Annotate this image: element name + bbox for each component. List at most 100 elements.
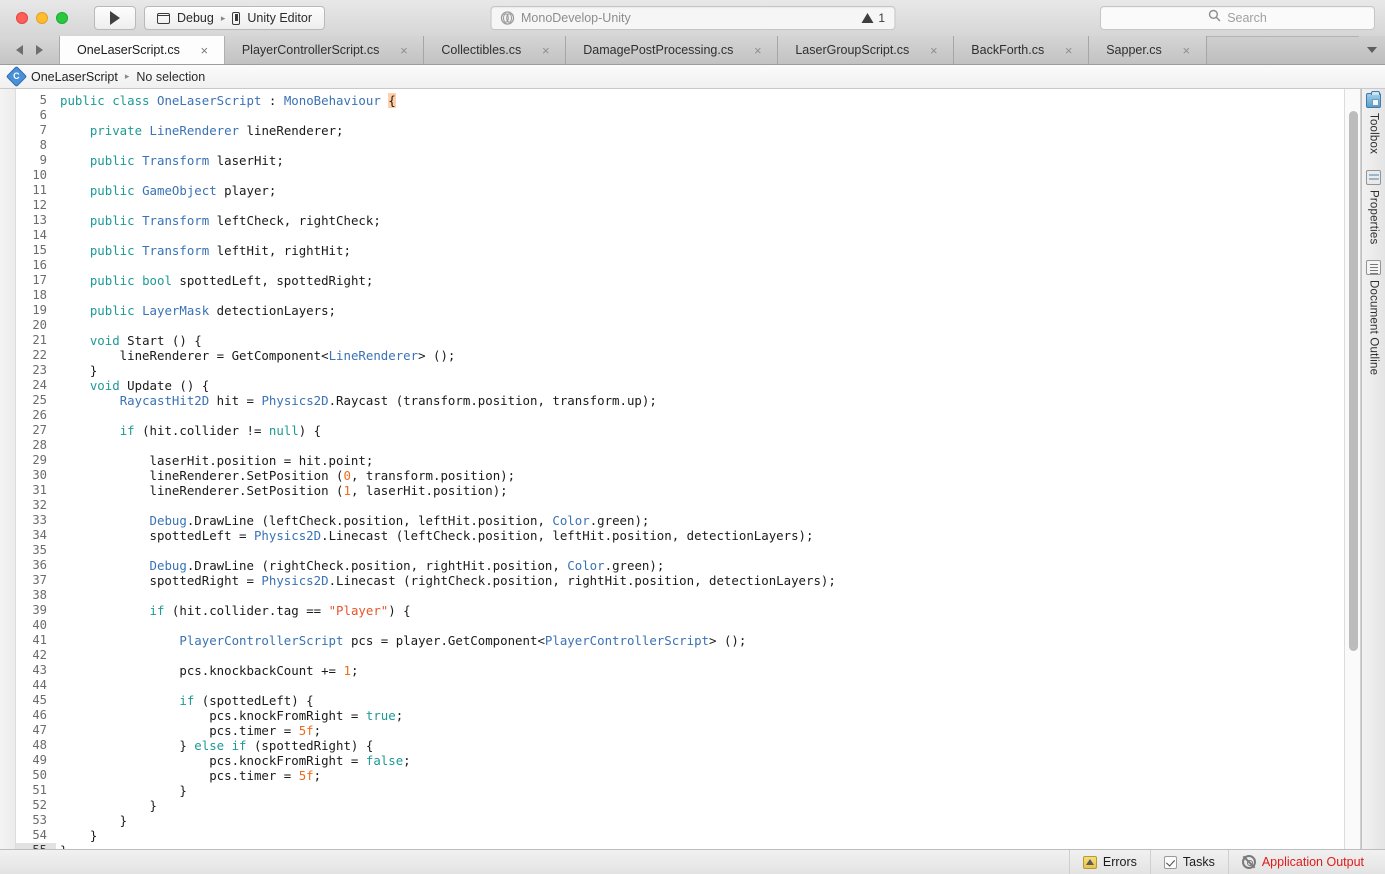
code-line[interactable]: 24 void Update () { bbox=[16, 378, 1360, 393]
code-line[interactable]: 15 public Transform leftHit, rightHit; bbox=[16, 243, 1360, 258]
tab-close-icon[interactable]: × bbox=[198, 44, 211, 57]
code-line[interactable]: 35 bbox=[16, 543, 1360, 558]
code-line[interactable]: 18 bbox=[16, 288, 1360, 303]
code-line[interactable]: 37 spottedRight = Physics2D.Linecast (ri… bbox=[16, 573, 1360, 588]
code-line[interactable]: 50 pcs.timer = 5f; bbox=[16, 768, 1360, 783]
token-id: leftCheck, rightCheck; bbox=[209, 213, 381, 228]
breadcrumb-selection[interactable]: No selection bbox=[136, 70, 205, 84]
code-line[interactable]: 41 PlayerControllerScript pcs = player.G… bbox=[16, 633, 1360, 648]
code-line[interactable]: 25 RaycastHit2D hit = Physics2D.Raycast … bbox=[16, 393, 1360, 408]
code-line[interactable]: 52 } bbox=[16, 798, 1360, 813]
zoom-window-button[interactable] bbox=[56, 12, 68, 24]
code-line[interactable]: 34 spottedLeft = Physics2D.Linecast (lef… bbox=[16, 528, 1360, 543]
code-line[interactable]: 28 bbox=[16, 438, 1360, 453]
code-line[interactable]: 13 public Transform leftCheck, rightChec… bbox=[16, 213, 1360, 228]
code-line[interactable]: 10 bbox=[16, 168, 1360, 183]
tab-onelaserscript-cs[interactable]: OneLaserScript.cs × bbox=[60, 36, 225, 64]
code-line[interactable]: 36 Debug.DrawLine (rightCheck.position, … bbox=[16, 558, 1360, 573]
code-line[interactable]: 32 bbox=[16, 498, 1360, 513]
code-line[interactable]: 17 public bool spottedLeft, spottedRight… bbox=[16, 273, 1360, 288]
scrollbar-thumb[interactable] bbox=[1349, 111, 1358, 651]
search-field[interactable]: Search bbox=[1100, 6, 1375, 30]
code-line[interactable]: 21 void Start () { bbox=[16, 333, 1360, 348]
code-line[interactable]: 45 if (spottedLeft) { bbox=[16, 693, 1360, 708]
close-window-button[interactable] bbox=[16, 12, 28, 24]
code-line[interactable]: 8 bbox=[16, 138, 1360, 153]
run-button[interactable] bbox=[94, 6, 136, 30]
code-line[interactable]: 44 bbox=[16, 678, 1360, 693]
tab-close-icon[interactable]: × bbox=[397, 44, 410, 57]
code-line[interactable]: 31 lineRenderer.SetPosition (1, laserHit… bbox=[16, 483, 1360, 498]
token-typ: Transform bbox=[142, 243, 210, 258]
breadcrumb-class[interactable]: OneLaserScript bbox=[31, 70, 118, 84]
code-line[interactable]: 30 lineRenderer.SetPosition (0, transfor… bbox=[16, 468, 1360, 483]
code-line[interactable]: 5 public class OneLaserScript : MonoBehav… bbox=[16, 93, 1360, 108]
status-item-errors[interactable]: Errors bbox=[1068, 849, 1150, 874]
token-typ: Transform bbox=[142, 213, 210, 228]
tab-close-icon[interactable]: × bbox=[751, 44, 764, 57]
code-line[interactable]: 7 private LineRenderer lineRenderer; bbox=[16, 123, 1360, 138]
line-number: 14 bbox=[32, 228, 47, 242]
tab-playercontrollerscript-cs[interactable]: PlayerControllerScript.cs × bbox=[224, 36, 425, 64]
code-line[interactable]: 42 bbox=[16, 648, 1360, 663]
editor-vertical-scrollbar[interactable] bbox=[1344, 89, 1360, 849]
code-line[interactable]: 38 bbox=[16, 588, 1360, 603]
run-configuration-selector[interactable]: Debug ▸ Unity Editor bbox=[144, 6, 325, 30]
code-line[interactable]: 53 } bbox=[16, 813, 1360, 828]
line-number: 9 bbox=[39, 153, 47, 167]
code-line[interactable]: 9 public Transform laserHit; bbox=[16, 153, 1360, 168]
tab-close-icon[interactable]: × bbox=[539, 44, 552, 57]
code-line[interactable]: 11 public GameObject player; bbox=[16, 183, 1360, 198]
warning-indicator[interactable]: 1 bbox=[861, 11, 885, 25]
code-line[interactable]: 51 } bbox=[16, 783, 1360, 798]
code-line[interactable]: 46 pcs.knockFromRight = true; bbox=[16, 708, 1360, 723]
tab-close-icon[interactable]: × bbox=[927, 44, 940, 57]
code-line[interactable]: 54 } bbox=[16, 828, 1360, 843]
tab-close-icon[interactable]: × bbox=[1062, 44, 1075, 57]
arrow-left-icon[interactable] bbox=[16, 45, 24, 55]
token-id bbox=[60, 153, 90, 168]
tab-lasergroupscript-cs[interactable]: LaserGroupScript.cs × bbox=[778, 36, 955, 64]
tab-damagepostprocessing-cs[interactable]: DamagePostProcessing.cs × bbox=[566, 36, 779, 64]
code-line[interactable]: 33 Debug.DrawLine (leftCheck.position, l… bbox=[16, 513, 1360, 528]
code-line[interactable]: 12 bbox=[16, 198, 1360, 213]
code-text[interactable]: 5 public class OneLaserScript : MonoBehav… bbox=[16, 89, 1360, 849]
token-kw: true bbox=[365, 708, 396, 723]
code-line[interactable]: 20 bbox=[16, 318, 1360, 333]
pad-button-document-outline[interactable]: Document Outline bbox=[1366, 260, 1381, 376]
tab-close-icon[interactable]: × bbox=[1180, 44, 1193, 57]
status-item-tasks[interactable]: Tasks bbox=[1149, 849, 1228, 874]
status-display[interactable]: MonoDevelop-Unity 1 bbox=[490, 6, 895, 30]
code-line[interactable]: 43 pcs.knockbackCount += 1; bbox=[16, 663, 1360, 678]
code-line[interactable]: 39 if (hit.collider.tag == "Player") { bbox=[16, 603, 1360, 618]
tab-overflow-button[interactable] bbox=[1359, 36, 1385, 64]
code-line[interactable]: 48 } else if (spottedRight) { bbox=[16, 738, 1360, 753]
code-line[interactable]: 14 bbox=[16, 228, 1360, 243]
code-line[interactable]: 40 bbox=[16, 618, 1360, 633]
tab-collectibles-cs[interactable]: Collectibles.cs × bbox=[424, 36, 567, 64]
code-line[interactable]: 29 laserHit.position = hit.point; bbox=[16, 453, 1360, 468]
code-line[interactable]: 22 lineRenderer = GetComponent<LineRende… bbox=[16, 348, 1360, 363]
minimize-window-button[interactable] bbox=[36, 12, 48, 24]
code-line[interactable]: 27 if (hit.collider != null) { bbox=[16, 423, 1360, 438]
source-editor[interactable]: 5 public class OneLaserScript : MonoBehav… bbox=[0, 89, 1361, 849]
code-line[interactable]: 19 public LayerMask detectionLayers; bbox=[16, 303, 1360, 318]
status-item-application-output[interactable]: Application Output bbox=[1227, 849, 1377, 874]
code-line[interactable]: 16 bbox=[16, 258, 1360, 273]
token-typ: MonoBehaviour bbox=[283, 93, 381, 108]
code-line[interactable]: 6 bbox=[16, 108, 1360, 123]
line-source: } bbox=[56, 813, 127, 828]
code-line[interactable]: 26 bbox=[16, 408, 1360, 423]
tab-sapper-cs[interactable]: Sapper.cs × bbox=[1089, 36, 1207, 64]
token-id: } bbox=[60, 798, 157, 813]
token-typ: Debug bbox=[149, 558, 187, 573]
arrow-right-icon[interactable] bbox=[35, 45, 43, 55]
tab-backforth-cs[interactable]: BackForth.cs × bbox=[954, 36, 1090, 64]
pad-button-toolbox[interactable]: Toolbox bbox=[1366, 91, 1381, 154]
code-line[interactable]: 55} bbox=[16, 843, 1360, 849]
fold-margin[interactable] bbox=[0, 89, 16, 849]
code-line[interactable]: 47 pcs.timer = 5f; bbox=[16, 723, 1360, 738]
code-line[interactable]: 49 pcs.knockFromRight = false; bbox=[16, 753, 1360, 768]
pad-button-properties[interactable]: Properties bbox=[1366, 170, 1381, 244]
code-line[interactable]: 23 } bbox=[16, 363, 1360, 378]
